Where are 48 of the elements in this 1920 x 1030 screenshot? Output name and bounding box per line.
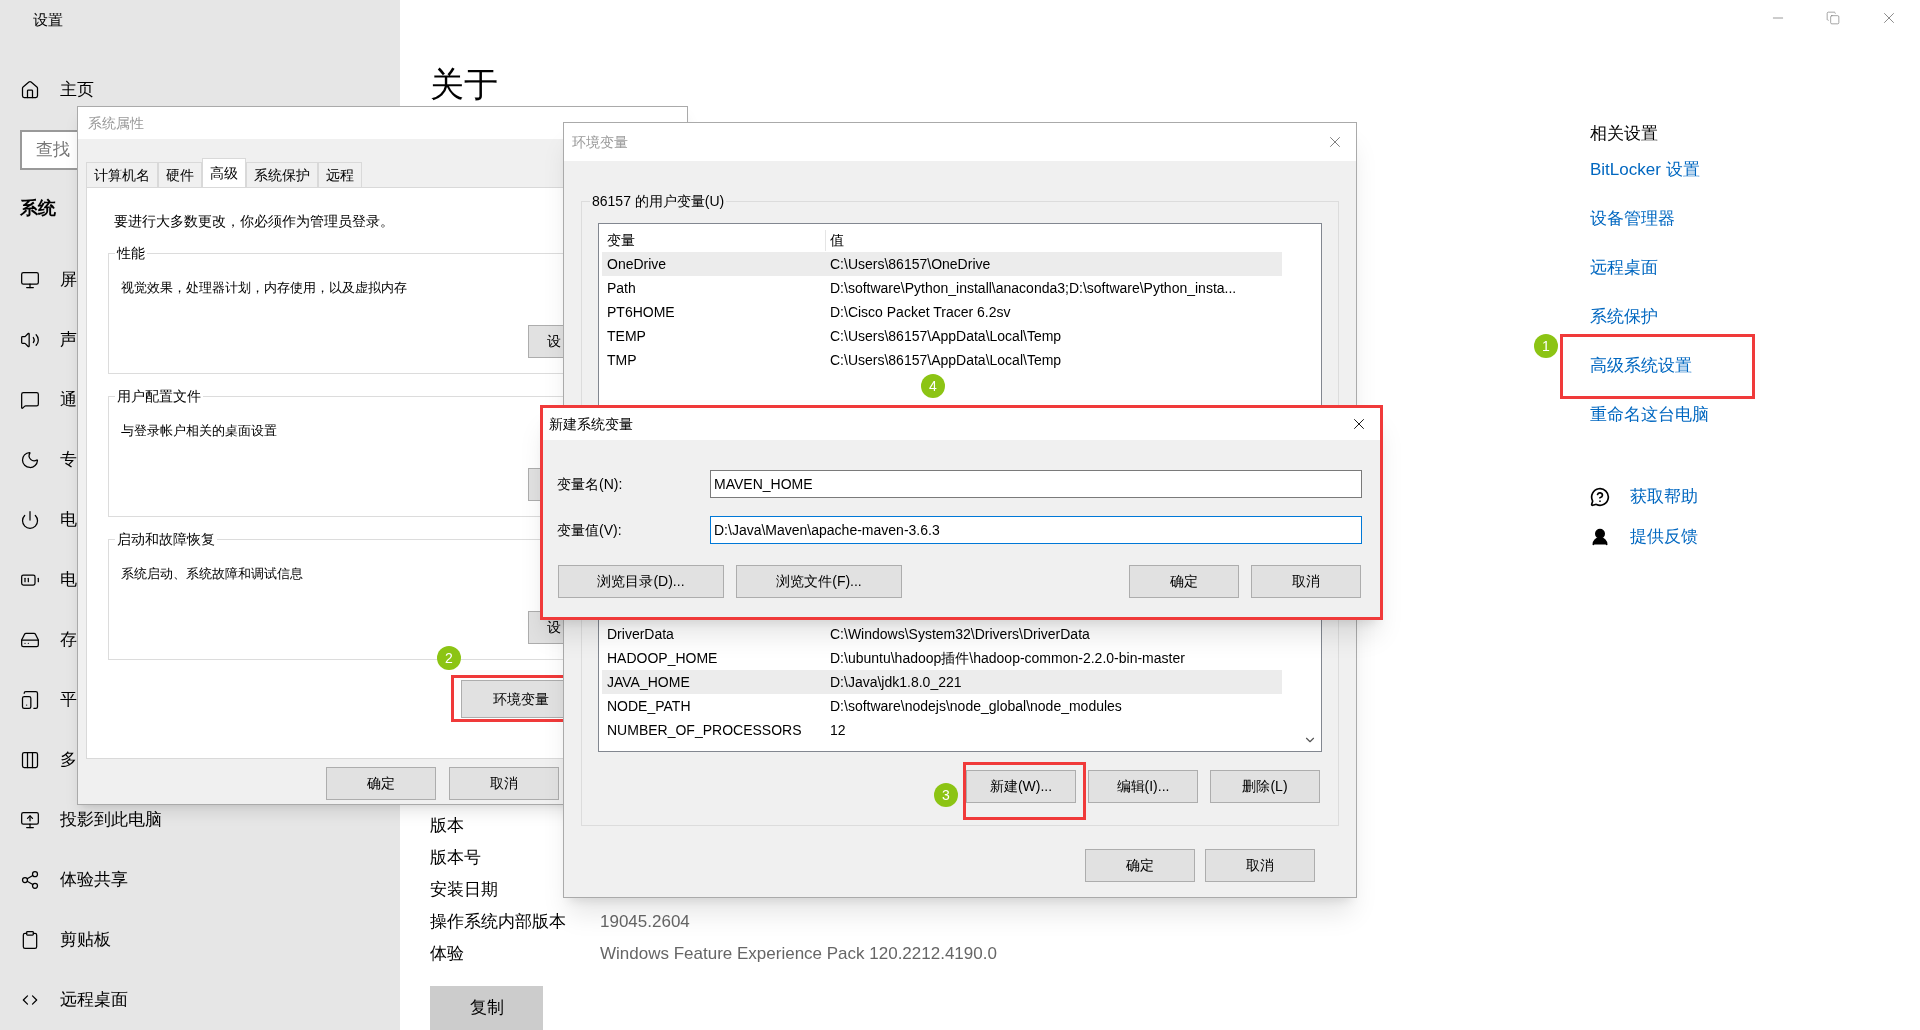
- spec-value: 19045.2604: [600, 911, 690, 934]
- variable-value: C:\Users\86157\AppData\Local\Temp: [830, 350, 1062, 370]
- variable-name: HADOOP_HOME: [606, 648, 719, 668]
- field-label: 变量值(V):: [557, 520, 623, 540]
- notice-text: 要进行大多数更改，你必须作为管理员登录。: [114, 213, 394, 229]
- group-title: 用户配置文件: [115, 387, 203, 405]
- dialog-title: 新建系统变量: [549, 414, 633, 434]
- spec-label: 体验: [430, 943, 465, 966]
- variable-value: C:\Users\86157\OneDrive: [830, 254, 991, 274]
- step-badge: 4: [921, 374, 945, 398]
- step-badge: 1: [1534, 334, 1558, 358]
- variable-name: TMP: [606, 350, 638, 370]
- variable-name: OneDrive: [606, 254, 668, 274]
- field-label: 变量名(N):: [557, 474, 624, 494]
- variable-name: TEMP: [606, 326, 647, 346]
- step-badge: 3: [934, 783, 958, 807]
- variable-value: 12: [830, 720, 846, 740]
- variable-name: Path: [606, 278, 637, 298]
- variable-value: D:\software\Python_install\anaconda3;D:\software\Python_insta...: [830, 278, 1237, 298]
- variable-value: C:\Windows\System32\Drivers\DriverData: [830, 624, 1090, 644]
- group-title: 启动和故障恢复: [115, 530, 217, 548]
- group-description: 与登录帐户相关的桌面设置: [121, 423, 277, 438]
- group-description: 系统启动、系统故障和调试信息: [121, 566, 303, 581]
- group-title: 86157 的用户变量(U): [590, 192, 727, 210]
- page-heading: 关于: [430, 63, 498, 105]
- variable-value: D:\Java\jdk1.8.0_221: [830, 672, 962, 692]
- group-description: 视觉效果，处理器计划，内存使用，以及虚拟内存: [121, 280, 407, 295]
- spec-label: 安装日期: [430, 879, 499, 902]
- section-heading: 系统: [20, 196, 56, 220]
- variable-name: NUMBER_OF_PROCESSORS: [606, 720, 803, 740]
- variable-name: JAVA_HOME: [606, 672, 691, 692]
- variable-name: DriverData: [606, 624, 675, 644]
- variable-value: D:\software\nodejs\node_global\node_modules: [830, 696, 1122, 716]
- variable-name: PT6HOME: [606, 302, 676, 322]
- section-heading: 相关设置: [1590, 122, 1658, 145]
- spec-label: 版本号: [430, 847, 482, 870]
- spec-label: 版本: [430, 815, 465, 838]
- dialog-title: 环境变量: [572, 132, 628, 152]
- dialog-title: 系统属性: [88, 113, 144, 133]
- step-badge: 2: [437, 646, 461, 670]
- variable-value: C:\Users\86157\AppData\Local\Temp: [830, 326, 1062, 346]
- spec-label: 操作系统内部版本: [430, 911, 567, 934]
- window-title: 设置: [33, 9, 63, 30]
- group-title: 性能: [115, 244, 147, 262]
- spec-value: Windows Feature Experience Pack 120.2212.4190.0: [600, 943, 997, 966]
- variable-value: D:\Cisco Packet Tracer 6.2sv: [830, 302, 1011, 322]
- variable-name: NODE_PATH: [606, 696, 692, 716]
- variable-value: D:\ubuntu\hadoop插件\hadoop-common-2.2.0-bin-master: [830, 648, 1185, 668]
